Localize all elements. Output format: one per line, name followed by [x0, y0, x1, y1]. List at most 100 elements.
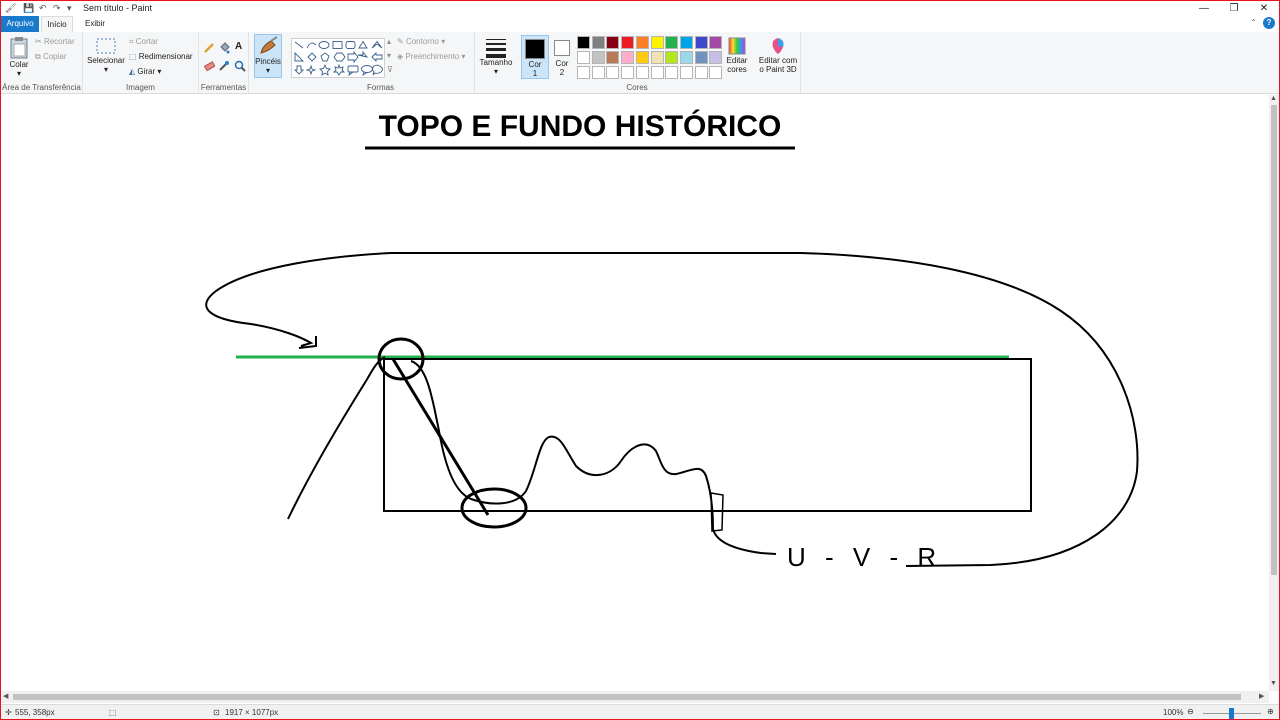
edit-paint3d-button[interactable]: Editar com o Paint 3D: [757, 36, 799, 74]
undo-icon[interactable]: ↶: [39, 3, 47, 14]
palette-swatch[interactable]: [591, 51, 605, 64]
tab-file[interactable]: Arquivo: [1, 16, 39, 32]
cut-button[interactable]: ✂ Recortar: [35, 37, 75, 46]
select-button[interactable]: Selecionar ▾: [87, 36, 125, 74]
restore-button[interactable]: ❐: [1219, 1, 1249, 16]
gallery-expand-icon[interactable]: ⊽: [387, 65, 393, 74]
edit-colors-label: Editar: [726, 56, 748, 65]
palette-swatch[interactable]: [577, 36, 590, 49]
palette-swatch[interactable]: [665, 51, 679, 64]
resize-icon: ⬚: [129, 52, 139, 61]
palette-swatch[interactable]: [591, 66, 605, 79]
size-button[interactable]: Tamanho ▾: [479, 36, 513, 76]
palette-swatch[interactable]: [650, 51, 664, 64]
resize-button[interactable]: ⬚ Redimensionar: [129, 52, 193, 61]
color2-swatch: [554, 40, 570, 56]
canvas-drawing: TOPO E FUNDO HISTÓRICO U - V - R: [205, 109, 1139, 572]
crop-button[interactable]: ⌗ Cortar: [129, 37, 158, 47]
scroll-left-icon[interactable]: ◀: [3, 692, 8, 700]
outline-label: Contorno: [405, 37, 439, 46]
palette-swatch[interactable]: [577, 66, 590, 79]
fill-bucket-icon[interactable]: [218, 42, 230, 54]
rotate-button[interactable]: ◭ Girar ▾: [129, 67, 161, 76]
color-picker-icon[interactable]: [218, 60, 230, 72]
collapse-ribbon-icon[interactable]: ⌃: [1250, 18, 1257, 27]
palette-swatch[interactable]: [679, 36, 693, 49]
palette-swatch[interactable]: [665, 36, 679, 49]
tools-group-label: Ferramentas: [200, 83, 247, 92]
zoom-level: 100%: [1163, 708, 1184, 717]
price-wave: [410, 360, 777, 555]
palette-swatch[interactable]: [621, 51, 635, 64]
palette-swatch[interactable]: [679, 66, 693, 79]
shapes-gallery[interactable]: [291, 38, 385, 78]
outline-button[interactable]: ✎ Contorno ▾: [397, 37, 445, 46]
palette-swatch[interactable]: [606, 51, 620, 64]
palette-swatch[interactable]: [709, 51, 723, 64]
image-size: 1917 × 1077px: [225, 708, 279, 717]
minimize-button[interactable]: —: [1189, 1, 1219, 16]
palette-swatch[interactable]: [650, 36, 664, 49]
palette-swatch[interactable]: [621, 36, 635, 49]
redo-icon[interactable]: ↷: [53, 3, 61, 14]
palette-swatch[interactable]: [694, 66, 708, 79]
clipboard-group-label: Área de Transferência: [2, 83, 81, 92]
color2-number: 2: [559, 68, 565, 77]
palette-swatch[interactable]: [591, 36, 605, 49]
crop-label: Cortar: [135, 37, 158, 46]
zoom-out-icon[interactable]: ⊖: [1187, 707, 1194, 716]
vertical-scrollbar[interactable]: ▲ ▼: [1269, 95, 1279, 691]
color-palette: [577, 36, 727, 82]
gallery-scroll-down-icon[interactable]: ▾: [387, 51, 391, 60]
palette-swatch[interactable]: [650, 66, 664, 79]
clipboard-icon: [10, 37, 28, 59]
eraser-icon[interactable]: [203, 60, 215, 72]
image-group-label: Imagem: [126, 83, 155, 92]
brushes-button[interactable]: Pincéis ▾: [254, 34, 282, 78]
close-button[interactable]: ✕: [1249, 1, 1279, 16]
palette-swatch[interactable]: [635, 66, 649, 79]
drawing-canvas[interactable]: TOPO E FUNDO HISTÓRICO U - V - R: [1, 95, 1269, 691]
horizontal-scrollbar[interactable]: ◀ ▶: [1, 691, 1269, 703]
palette-swatch[interactable]: [635, 36, 649, 49]
palette-swatch[interactable]: [709, 36, 723, 49]
paint-app-icon: 🖌: [5, 3, 17, 13]
palette-swatch[interactable]: [665, 66, 679, 79]
palette-swatch[interactable]: [694, 36, 708, 49]
palette-swatch[interactable]: [635, 51, 649, 64]
title-bar: 🖌 💾 ↶ ↷ ▾ Sem título - Paint — ❐ ✕: [1, 1, 1279, 16]
tools-group: A Ferramentas: [199, 32, 249, 94]
pencil-icon[interactable]: [203, 42, 215, 54]
save-icon[interactable]: 💾: [23, 3, 34, 14]
tab-home[interactable]: Início: [41, 16, 73, 32]
color-spectrum-icon: [728, 37, 746, 55]
magnifier-icon[interactable]: [234, 60, 246, 72]
scroll-right-icon[interactable]: ▶: [1259, 692, 1264, 700]
palette-swatch[interactable]: [709, 66, 723, 79]
customize-toolbar-icon[interactable]: ▾: [67, 3, 72, 14]
ribbon: Colar ▾ ✂ Recortar ⧉ Copiar Área de Tran…: [1, 32, 1279, 94]
color1-button[interactable]: Cor 1: [521, 35, 549, 79]
horizontal-scroll-thumb[interactable]: [13, 694, 1241, 700]
palette-swatch[interactable]: [621, 66, 635, 79]
palette-swatch[interactable]: [606, 66, 620, 79]
fill-button[interactable]: ◈ Preenchimento ▾: [397, 52, 465, 61]
palette-swatch[interactable]: [679, 51, 693, 64]
gallery-scroll-up-icon[interactable]: ▴: [387, 37, 391, 46]
edit-colors-button[interactable]: Editar cores: [723, 36, 751, 74]
chevron-down-icon: ▾: [103, 65, 108, 74]
palette-swatch[interactable]: [577, 51, 590, 64]
copy-button[interactable]: ⧉ Copiar: [35, 52, 67, 62]
scroll-up-icon[interactable]: ▲: [1270, 95, 1277, 102]
zoom-in-icon[interactable]: ⊕: [1267, 707, 1274, 716]
tab-view[interactable]: Exibir: [79, 16, 111, 32]
help-icon[interactable]: ?: [1263, 17, 1275, 29]
vertical-scroll-thumb[interactable]: [1271, 105, 1277, 575]
scroll-down-icon[interactable]: ▼: [1270, 680, 1277, 687]
text-tool-icon[interactable]: A: [235, 41, 242, 52]
palette-swatch[interactable]: [606, 36, 620, 49]
zoom-slider-knob[interactable]: [1229, 708, 1234, 719]
palette-swatch[interactable]: [694, 51, 708, 64]
paste-button[interactable]: Colar ▾: [5, 36, 33, 78]
color2-button[interactable]: Cor 2: [551, 35, 573, 79]
